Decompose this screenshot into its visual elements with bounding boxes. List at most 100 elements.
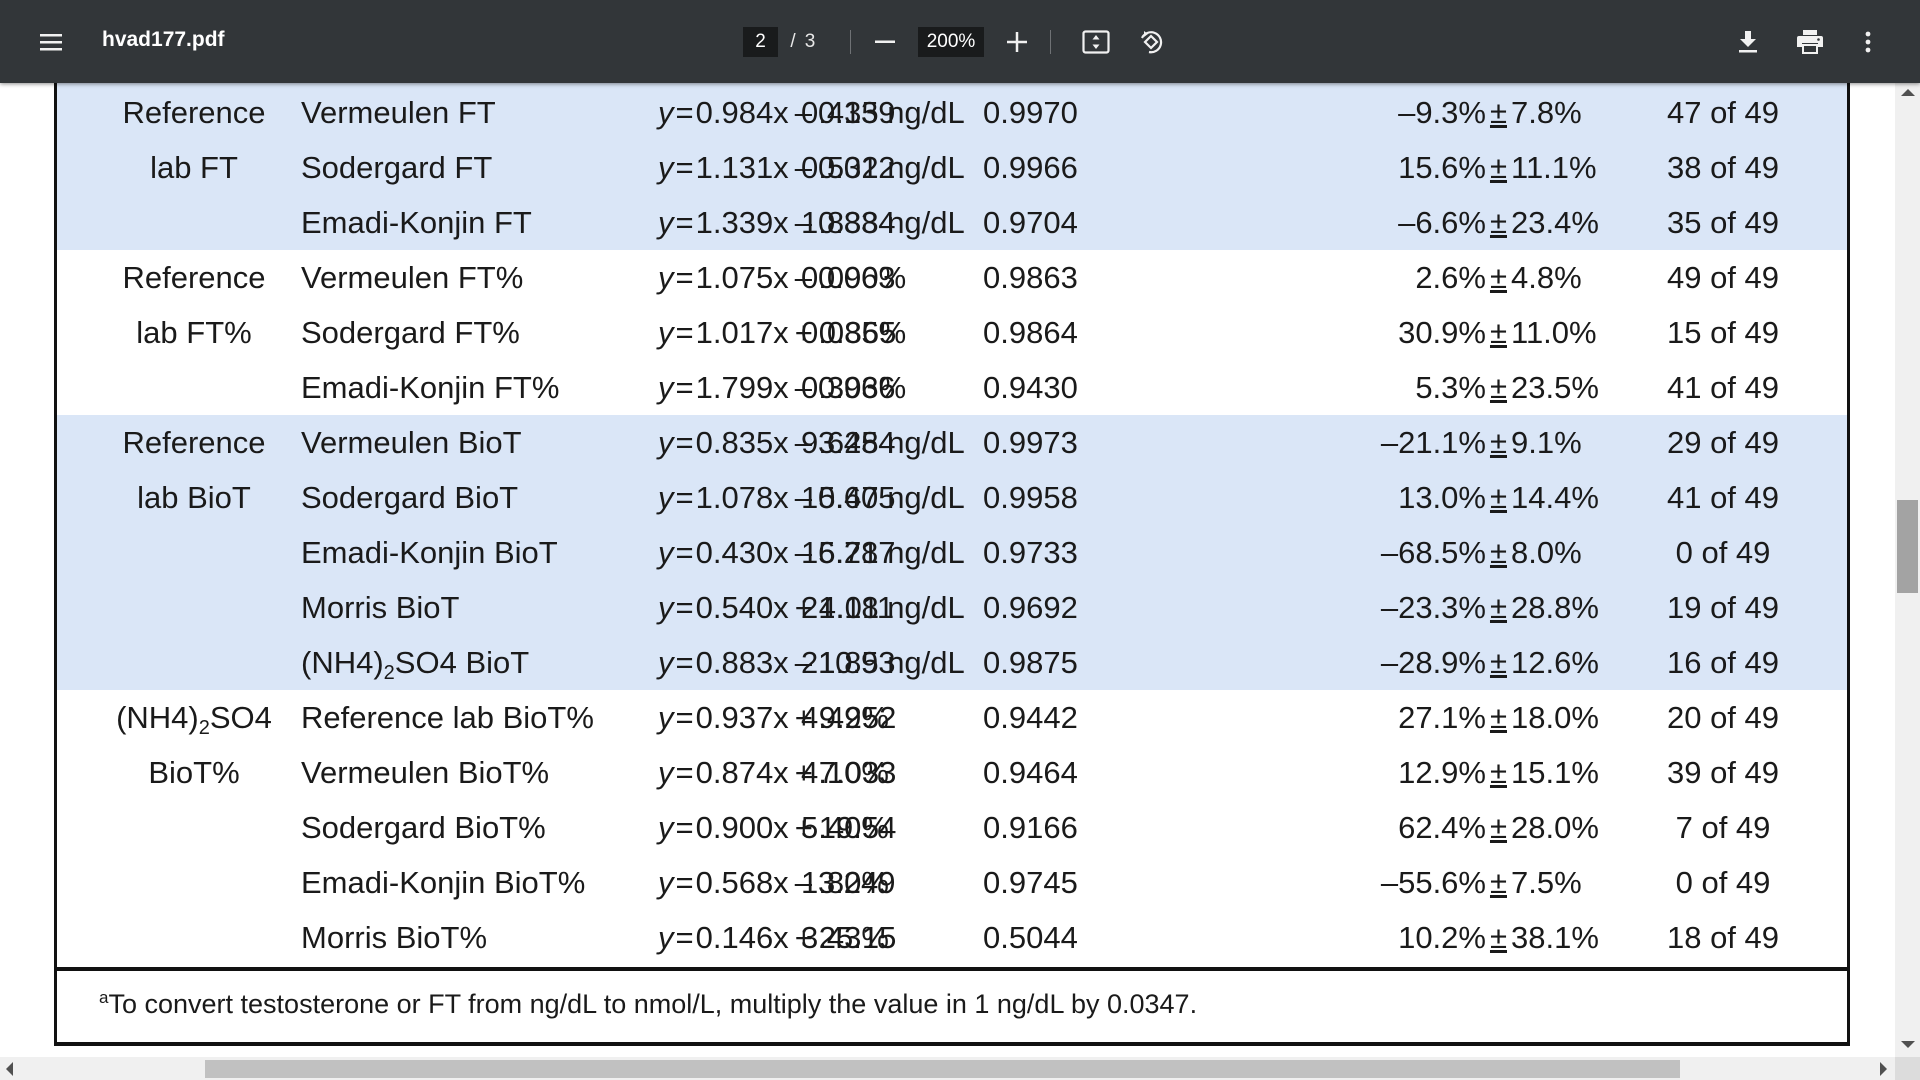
bias-sd: 38.1%: [1511, 919, 1599, 955]
agreement-count: 35 of 49: [1666, 204, 1780, 240]
bias-mean: –28.9%: [1380, 644, 1486, 680]
eq-equals: =: [675, 699, 694, 735]
eq-equals: =: [675, 204, 694, 240]
method-name: Emadi-Konjin BioT: [301, 534, 558, 570]
eq-variable: y: [658, 809, 674, 845]
eq-equals: =: [675, 149, 694, 185]
method-name: Reference lab BioT%: [301, 699, 594, 735]
minus-icon: [875, 40, 895, 43]
eq-coefficient: 0.883x: [695, 644, 789, 680]
total-pages: 3: [804, 31, 816, 52]
mean-bias: –55.6% ±7.5%: [1057, 865, 1619, 901]
eq-coefficient: 0.835x: [695, 424, 789, 460]
agreement-count: 38 of 49: [1666, 149, 1780, 185]
eq-variable: y: [658, 149, 674, 185]
agreement-count: 15 of 49: [1666, 314, 1780, 350]
zoom-level-input[interactable]: 200%: [918, 27, 984, 57]
scroll-left-arrow-icon[interactable]: [6, 1062, 13, 1076]
method-name: Sodergard FT: [301, 149, 493, 185]
bias-sd: 4.8%: [1511, 259, 1582, 295]
eq-variable: y: [658, 259, 674, 295]
method-name: Vermeulen BioT%: [301, 754, 550, 790]
eq-coefficient: 0.430x: [695, 534, 789, 570]
bias-sd: 12.6%: [1511, 644, 1599, 680]
bias-sd: 18.0%: [1511, 699, 1599, 735]
bias-mean: 15.6%: [1398, 149, 1486, 185]
horizontal-scroll-thumb[interactable]: [205, 1060, 1680, 1078]
eq-variable: y: [658, 589, 674, 625]
plus-minus: ±: [1489, 369, 1507, 405]
print-icon: [1797, 30, 1823, 54]
agreement-count: 18 of 49: [1666, 919, 1780, 955]
document-title: hvad177.pdf: [102, 28, 225, 51]
vertical-scroll-thumb[interactable]: [1897, 500, 1918, 593]
eq-variable: y: [658, 864, 674, 900]
table-row: lab BioT Sodergard BioT y=1.078x –0.605 15.4…: [57, 470, 1847, 525]
eq-coefficient: 1.799x: [695, 369, 789, 405]
eq-coefficient: 1.017x: [695, 314, 789, 350]
method-subscript: 2: [383, 661, 395, 684]
eq-variable: y: [658, 699, 674, 735]
table-row: BioT% Vermeulen BioT% y=0.874x +7.033 4.10% 0…: [57, 745, 1847, 800]
agreement-count: 47 of 49: [1666, 94, 1780, 130]
horizontal-scrollbar[interactable]: [0, 1057, 1895, 1080]
more-options-button[interactable]: [1850, 22, 1886, 62]
bias-mean: 10.2%: [1398, 919, 1486, 955]
mean-bias: 5.3% ±23.5%: [1057, 370, 1619, 406]
eq-coefficient: 0.568x: [695, 864, 789, 900]
group-label-line2: lab FT%: [136, 314, 252, 350]
scroll-down-arrow-icon[interactable]: [1901, 1041, 1915, 1048]
table-row: Emadi-Konjin BioT% y=0.568x –3.249 1.80% 0.9…: [57, 855, 1847, 910]
agreement-count: 41 of 49: [1666, 479, 1780, 515]
download-icon: [1739, 31, 1757, 53]
bias-sd: 14.4%: [1511, 479, 1599, 515]
mean-bias: 10.2% ±38.1%: [1057, 920, 1619, 956]
scroll-right-arrow-icon[interactable]: [1880, 1062, 1887, 1076]
pdf-toolbar: hvad177.pdf 2 / 3 200%: [0, 0, 1920, 83]
table-row: Emadi-Konjin FT% y=1.799x –0.966 0.303% 0.94…: [57, 360, 1847, 415]
scrollbar-corner: [1895, 1057, 1920, 1080]
scroll-up-arrow-icon[interactable]: [1901, 89, 1915, 96]
vertical-scrollbar[interactable]: [1895, 83, 1920, 1057]
eq-variable: y: [658, 94, 674, 130]
group-label-line2: lab FT: [150, 149, 238, 185]
method-text: (NH4): [301, 644, 384, 680]
agreement-count: 16 of 49: [1666, 644, 1780, 680]
bias-sd: 28.0%: [1511, 809, 1599, 845]
mean-bias: 13.0% ±14.4%: [1057, 480, 1619, 516]
print-button[interactable]: [1790, 22, 1830, 62]
plus-minus: ±: [1489, 809, 1507, 845]
method-name: Morris BioT: [301, 589, 460, 625]
bias-sd: 23.5%: [1511, 369, 1599, 405]
plus-minus: ±: [1489, 644, 1507, 680]
plus-minus: ±: [1489, 204, 1507, 240]
bias-mean: 13.0%: [1398, 479, 1486, 515]
mean-bias: 62.4% ±28.0%: [1057, 810, 1619, 846]
current-page-input[interactable]: 2: [743, 27, 778, 57]
mean-bias: 30.9% ±11.0%: [1057, 315, 1619, 351]
eq-coefficient: 0.146x: [695, 919, 789, 955]
bias-mean: –68.5%: [1380, 534, 1486, 570]
fit-to-page-button[interactable]: [1078, 22, 1114, 62]
zoom-in-button[interactable]: [1000, 24, 1034, 60]
footnote-text: To convert testosterone or FT from ng/dL…: [108, 989, 1198, 1019]
row-group: Reference Vermeulen FT y=0.984x –0.139 0.435…: [57, 83, 1847, 250]
plus-minus: ±: [1489, 589, 1507, 625]
menu-button[interactable]: [34, 22, 68, 62]
zoom-out-button[interactable]: [868, 24, 902, 60]
download-button[interactable]: [1730, 22, 1766, 62]
rotate-button[interactable]: [1130, 22, 1168, 62]
bias-mean: 62.4%: [1398, 809, 1486, 845]
footnote-box: aTo convert testosterone or FT from ng/d…: [54, 971, 1850, 1046]
method-name: Sodergard FT%: [301, 314, 520, 350]
bias-mean: 5.3%: [1415, 369, 1486, 405]
table-row: lab FT% Sodergard FT% y=1.017x +0.365 0.085%…: [57, 305, 1847, 360]
mean-bias: –28.9% ±12.6%: [1057, 645, 1619, 681]
table-row: Reference Vermeulen BioT y=0.835x –3.454 9.6…: [57, 415, 1847, 470]
eq-coefficient: 0.984x: [695, 94, 789, 130]
eq-equals: =: [675, 809, 694, 845]
eq-equals: =: [675, 314, 694, 350]
method-name: Emadi-Konjin FT: [301, 204, 532, 240]
eq-coefficient: 1.131x: [695, 149, 789, 185]
plus-minus: ±: [1489, 94, 1507, 130]
